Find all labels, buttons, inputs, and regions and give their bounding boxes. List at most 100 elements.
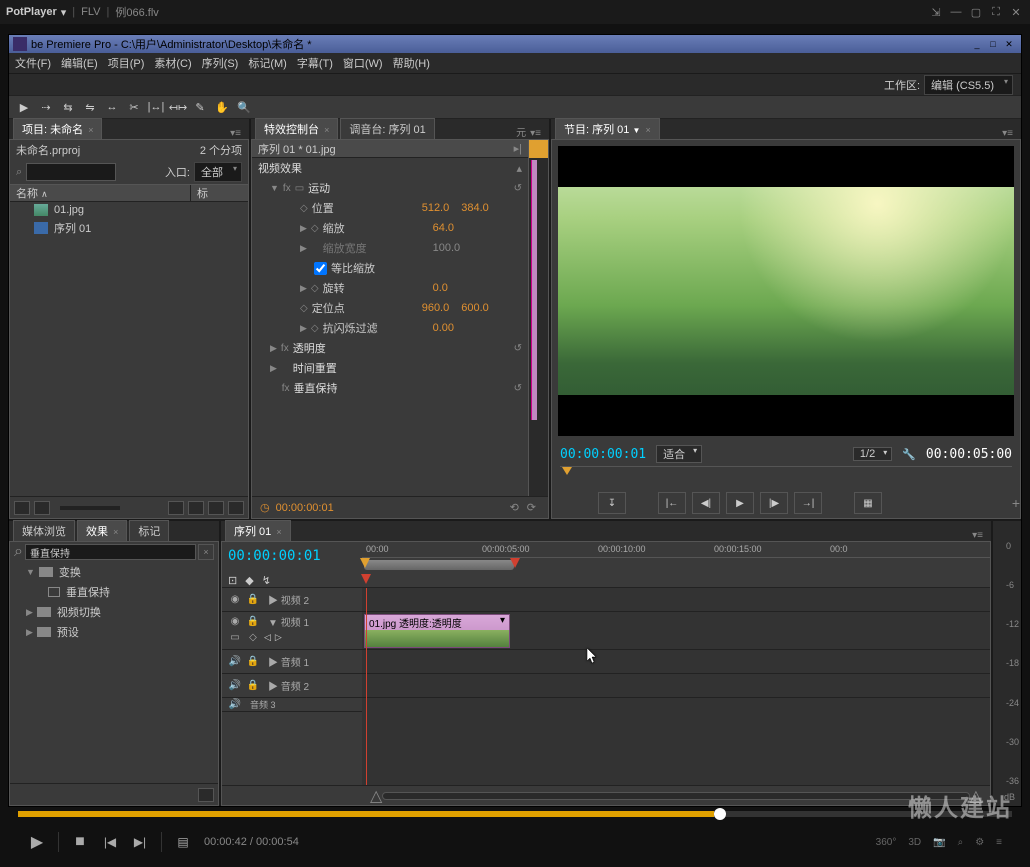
section-toggle-icon[interactable]: ▴ bbox=[516, 162, 522, 175]
progress-knob[interactable] bbox=[714, 808, 726, 820]
pp-next-button[interactable]: ▶| bbox=[125, 827, 155, 857]
new-bin-icon[interactable] bbox=[198, 788, 214, 802]
program-ruler[interactable] bbox=[560, 466, 1012, 484]
tree-folder[interactable]: ▶预设 bbox=[10, 622, 218, 642]
trash-icon[interactable] bbox=[228, 501, 244, 515]
menu-file[interactable]: 文件(F) bbox=[15, 55, 51, 71]
track-header-a3[interactable]: 🔊音频 3 bbox=[222, 698, 362, 712]
menu-edit[interactable]: 编辑(E) bbox=[61, 55, 98, 71]
fx-group-motion[interactable]: ▼fx▭运动↺ bbox=[252, 178, 528, 198]
timeline-zoom[interactable]: △△ bbox=[362, 786, 990, 805]
tool-hand[interactable]: ✋ bbox=[213, 98, 231, 116]
pp-playlist-icon[interactable]: ≡ bbox=[996, 837, 1002, 848]
clear-search-icon[interactable]: × bbox=[198, 544, 214, 560]
reset-icon[interactable]: ↺ bbox=[514, 183, 522, 194]
pp-search-icon[interactable]: ⌕ bbox=[958, 837, 964, 848]
tool-slip[interactable]: |↔| bbox=[147, 98, 165, 116]
speaker-icon[interactable]: 🔊 bbox=[228, 680, 242, 692]
tab-markers[interactable]: 标记 bbox=[129, 520, 169, 541]
track-header-v2[interactable]: ◉🔒▶ 视频 2 bbox=[222, 588, 362, 612]
effects-search-input[interactable] bbox=[25, 544, 196, 560]
marker-icon[interactable]: ◆ bbox=[245, 574, 253, 587]
tab-metadata[interactable]: 元 bbox=[516, 124, 526, 139]
menu-project[interactable]: 项目(P) bbox=[108, 55, 145, 71]
fx-group-vhold[interactable]: ▶fx垂直保持↺ bbox=[252, 378, 528, 398]
project-item[interactable]: 序列 01 bbox=[10, 218, 248, 238]
eye-icon[interactable]: ◉ bbox=[228, 616, 242, 628]
tool-ripple[interactable]: ⇆ bbox=[59, 98, 77, 116]
pp-capture-icon[interactable]: 📷 bbox=[933, 837, 945, 848]
step-fwd-button[interactable]: |▶ bbox=[760, 492, 788, 514]
new-bin-icon[interactable] bbox=[188, 501, 204, 515]
minimize-icon[interactable]: — bbox=[948, 4, 964, 20]
project-search-input[interactable] bbox=[26, 163, 116, 181]
pin-icon[interactable]: ⇲ bbox=[928, 4, 944, 20]
timeline-workarea[interactable] bbox=[362, 558, 990, 572]
program-playhead[interactable] bbox=[562, 467, 572, 475]
pp-settings-icon[interactable]: ⚙ bbox=[975, 837, 984, 848]
icon-view-icon[interactable] bbox=[34, 501, 50, 515]
timeline-tracks[interactable]: 01.jpg 透明度:透明度▾ bbox=[362, 588, 990, 785]
pp-360-button[interactable]: 360° bbox=[876, 837, 897, 848]
workarea-handle[interactable] bbox=[510, 558, 520, 568]
tree-effect[interactable]: 垂直保持 bbox=[10, 582, 218, 602]
speaker-icon[interactable]: 🔊 bbox=[228, 656, 242, 668]
timeline-ruler[interactable]: 00:00 00:00:05:00 00:00:10:00 00:00:15:0… bbox=[362, 542, 990, 558]
tree-folder[interactable]: ▶视频切换 bbox=[10, 602, 218, 622]
pr-minimize-icon[interactable]: _ bbox=[969, 37, 985, 51]
antiflicker-value[interactable]: 0.00 bbox=[433, 322, 454, 334]
goto-out-button[interactable]: →| bbox=[794, 492, 822, 514]
fx-nav-next-icon[interactable]: ⟳ bbox=[527, 501, 536, 514]
sync-icon[interactable]: ↯ bbox=[262, 574, 271, 587]
position-x-value[interactable]: 512.0 bbox=[422, 202, 450, 214]
menu-marker[interactable]: 标记(M) bbox=[248, 55, 287, 71]
project-in-dropdown[interactable]: 全部 bbox=[194, 162, 242, 182]
keyframe-next-icon[interactable]: ▷ bbox=[275, 632, 282, 643]
tab-close-icon[interactable]: × bbox=[88, 125, 93, 135]
reset-icon[interactable]: ↺ bbox=[514, 383, 522, 394]
pp-play-button[interactable]: ▶ bbox=[22, 827, 52, 857]
workarea-handle[interactable] bbox=[360, 558, 370, 568]
fullscreen-icon[interactable]: ⛶ bbox=[988, 4, 1004, 20]
goto-in-button[interactable]: |← bbox=[658, 492, 686, 514]
track-style-icon[interactable]: ▭ bbox=[228, 631, 242, 643]
track-header-a1[interactable]: 🔊🔒▶ 音频 1 bbox=[222, 650, 362, 674]
position-y-value[interactable]: 384.0 bbox=[461, 202, 489, 214]
tab-project[interactable]: 项目: 未命名 × bbox=[13, 118, 102, 139]
lock-icon[interactable]: 🔒 bbox=[246, 656, 260, 668]
add-button-icon[interactable]: + bbox=[1012, 495, 1020, 511]
pp-open-button[interactable]: ▤ bbox=[168, 827, 198, 857]
uniform-scale-checkbox[interactable] bbox=[314, 262, 327, 275]
tab-audio-mixer[interactable]: 调音台: 序列 01 bbox=[340, 118, 434, 139]
program-fit-dropdown[interactable]: 适合 bbox=[656, 445, 702, 463]
pp-stop-button[interactable]: ■ bbox=[65, 827, 95, 857]
fx-current-time[interactable]: 00:00:00:01 bbox=[276, 502, 334, 514]
snap-icon[interactable]: ⊡ bbox=[228, 574, 237, 587]
fx-mini-timeline[interactable] bbox=[528, 140, 548, 496]
lock-icon[interactable]: 🔒 bbox=[246, 680, 260, 692]
toggle-timeline-icon[interactable]: ▸| bbox=[514, 142, 522, 155]
menu-clip[interactable]: 素材(C) bbox=[154, 55, 191, 71]
keyframe-prev-icon[interactable]: ◁ bbox=[264, 632, 271, 643]
menu-title[interactable]: 字幕(T) bbox=[297, 55, 333, 71]
program-res-dropdown[interactable]: 1/2 bbox=[853, 447, 892, 461]
eye-icon[interactable]: ◉ bbox=[228, 594, 242, 606]
panel-menu-icon[interactable]: ▾≡ bbox=[968, 530, 987, 541]
menu-sequence[interactable]: 序列(S) bbox=[202, 55, 239, 71]
pr-close-icon[interactable]: ✕ bbox=[1001, 37, 1017, 51]
tab-effects[interactable]: 效果 × bbox=[77, 520, 127, 541]
tool-slide[interactable]: ↤↦ bbox=[169, 98, 187, 116]
pp-3d-button[interactable]: 3D bbox=[908, 837, 921, 848]
fx-group-opacity[interactable]: ▶fx透明度↺ bbox=[252, 338, 528, 358]
scale-value[interactable]: 64.0 bbox=[433, 222, 454, 234]
tool-razor[interactable]: ✂ bbox=[125, 98, 143, 116]
tree-folder[interactable]: ▼变换 bbox=[10, 562, 218, 582]
timeline-playhead[interactable] bbox=[366, 588, 367, 785]
chevron-down-icon[interactable]: ▼ bbox=[632, 126, 640, 135]
anchor-x-value[interactable]: 960.0 bbox=[422, 302, 450, 314]
timeline-clip[interactable]: 01.jpg 透明度:透明度▾ bbox=[364, 614, 510, 648]
panel-menu-icon[interactable]: ▾≡ bbox=[998, 128, 1017, 139]
menu-window[interactable]: 窗口(W) bbox=[343, 55, 383, 71]
project-list-header[interactable]: 名称 ∧ 标 bbox=[10, 184, 248, 202]
tool-rolling[interactable]: ⇋ bbox=[81, 98, 99, 116]
